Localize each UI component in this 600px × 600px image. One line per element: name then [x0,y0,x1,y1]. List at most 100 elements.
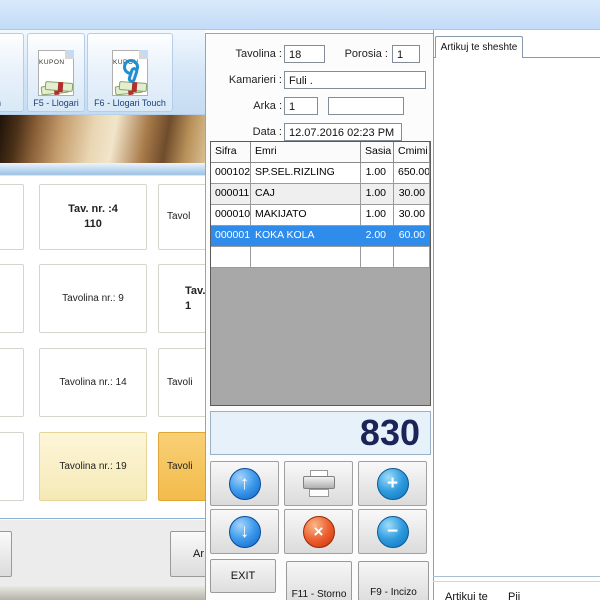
separator-line [433,581,600,582]
ribbon-button-label: Touch [0,98,1,108]
f11-storno-button[interactable]: F11 - Storno [286,561,352,600]
cell-cmimi: 30.00 [394,205,430,226]
arka-secondary-input[interactable] [328,97,404,115]
order-total: 830 [210,411,431,455]
divider-strip [0,163,205,176]
table-button-edge[interactable] [0,348,24,417]
pos-app-window: Touch KUPON F5 - Llogari KUPON [0,0,600,600]
f5-llogari-button[interactable]: KUPON F5 - Llogari [27,33,85,112]
page-fold-icon [139,50,148,59]
bottom-edge-strip [0,586,205,600]
touch-hand-icon [121,59,147,89]
cell-sifra: 000011 [211,184,251,205]
up-arrow-icon: ↑ [229,468,261,500]
column-header-emri[interactable]: Emri [251,142,361,163]
remove-item-button[interactable]: − [358,509,427,554]
cell-emri: MAKIJATO [251,205,361,226]
table-button-label: Tavolina nr.: 9 [62,292,124,306]
cell-emri: SP.SEL.RIZLING [251,163,361,184]
tavolina-label: Tavolina : [212,48,282,60]
down-arrow-icon: ↓ [229,516,261,548]
arka-label: Arka : [212,100,282,112]
f6-llogari-touch-button[interactable]: KUPON F6 - Llogari Touch [87,33,173,112]
kupon-receipt-icon: KUPON [112,50,148,96]
table-button-label: Tav. nr. :4 [68,202,118,217]
cell-sifra: 000102 [211,163,251,184]
table-button-9[interactable]: Tavolina nr.: 9 [39,264,147,333]
table-row-empty[interactable] [211,247,430,268]
left-bottom-bar: Ar [0,518,205,586]
kamarieri-label: Kamarieri : [212,74,282,86]
column-header-sifra[interactable]: Sifra [211,142,251,163]
add-item-button[interactable]: + [358,461,427,506]
cell-emri: CAJ [251,184,361,205]
printer-icon [302,470,336,497]
column-header-sasia[interactable]: Sasia [361,142,394,163]
table-button-edge[interactable] [0,432,24,501]
exit-button[interactable]: EXIT [210,559,276,593]
clipped-tab-text: Pij [508,591,520,600]
tavolina-input[interactable]: 18 [284,45,325,63]
porosia-label: Porosia : [331,48,388,60]
grid-header-row: Sifra Emri Sasia Cmimi [211,142,430,163]
table-button-label: Tavoli [167,460,193,474]
clipped-tab-text: Artikuj te [445,591,488,600]
porosia-input[interactable]: 1 [392,45,420,63]
ribbon-button-label: F5 - Llogari [33,98,79,108]
cell-sifra: 000001 [211,226,251,247]
kamarieri-input[interactable]: Fuli . [284,71,426,89]
cell-sasia: 1.00 [361,205,394,226]
kupon-icon-text: KUPON [39,59,65,66]
table-button-edge[interactable] [0,184,24,250]
table-button-14[interactable]: Tavolina nr.: 14 [39,348,147,417]
bottom-bar-button-edge[interactable] [0,531,12,577]
cell-cmimi: 30.00 [394,184,430,205]
table-button-edge[interactable] [0,264,24,333]
cancel-item-button[interactable]: × [284,509,353,554]
products-panel [433,30,600,600]
data-label: Data : [212,126,282,138]
f9-incizo-button[interactable]: F9 - Incizo [358,561,429,600]
ribbon-button-label: F6 - Llogari Touch [94,98,166,108]
table-button-19-occupied[interactable]: Tavolina nr.: 19 [39,432,147,501]
cancel-x-icon: × [303,516,335,548]
cell-emri: KOKA KOLA [251,226,361,247]
table-row[interactable]: 000011 CAJ 1.00 30.00 [211,184,430,205]
bottom-bar-button-label: Ar [193,548,204,560]
minus-icon: − [377,516,409,548]
arka-input[interactable]: 1 [284,97,318,115]
plus-icon: + [377,468,409,500]
table-button-label: Tav. [185,284,205,299]
table-button-4[interactable]: Tav. nr. :4 110 [39,184,147,250]
column-header-cmimi[interactable]: Cmimi [394,142,430,163]
tab-artikuj-te-sheshte[interactable]: Artikuj te sheshte [435,36,523,58]
table-button-label: Tavoli [167,376,193,390]
print-button[interactable] [284,461,353,506]
move-down-button[interactable]: ↓ [210,509,279,554]
ribbon-toolbar: Touch KUPON F5 - Llogari KUPON [0,30,205,115]
cell-cmimi: 60.00 [394,226,430,247]
ribbon-button-partial-touch[interactable]: Touch [0,33,24,112]
cell-sasia: 2.00 [361,226,394,247]
cell-cmimi: 650.00 [394,163,430,184]
table-button-label: Tavolina nr.: 19 [59,460,126,474]
table-button-label: Tavolina nr.: 14 [59,376,126,390]
page-fold-icon [65,50,74,59]
table-row[interactable]: 000102 SP.SEL.RIZLING 1.00 650.00 [211,163,430,184]
photo-banner [0,115,205,163]
move-up-button[interactable]: ↑ [210,461,279,506]
money-stack-icon [41,79,73,94]
separator-line [433,576,600,577]
table-row-selected[interactable]: 000001 KOKA KOLA 2.00 60.00 [211,226,430,247]
order-items-grid: Sifra Emri Sasia Cmimi 000102 SP.SEL.RIZ… [210,141,431,406]
table-button-amount: 1 [185,299,191,314]
cell-sasia: 1.00 [361,163,394,184]
table-button-label: Tavol [167,210,190,224]
order-panel: Tavolina : 18 Porosia : 1 Kamarieri : Fu… [205,33,433,600]
kupon-receipt-icon: KUPON [38,50,74,96]
table-row[interactable]: 000010 MAKIJATO 1.00 30.00 [211,205,430,226]
cell-sifra: 000010 [211,205,251,226]
data-input[interactable]: 12.07.2016 02:23 PM [284,123,402,141]
window-title-band [0,0,600,30]
cell-sasia: 1.00 [361,184,394,205]
